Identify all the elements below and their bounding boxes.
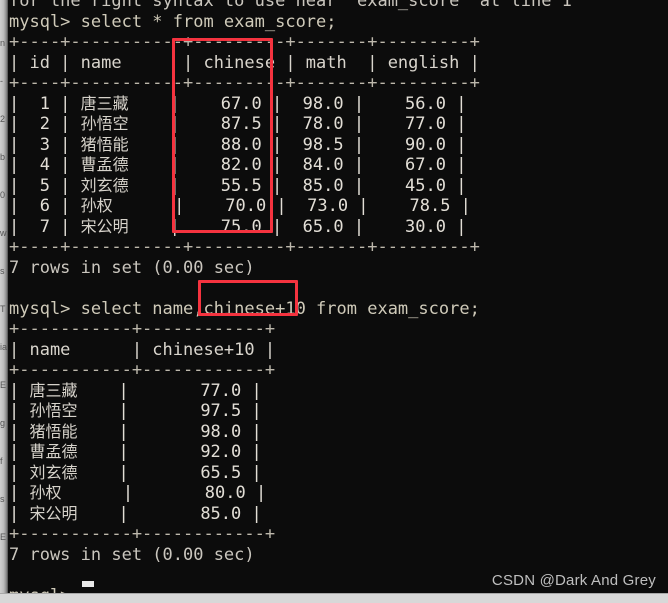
background-ghost-label: b [0, 152, 6, 162]
terminal-line-row: | 2 | 孙悟空 | 87.5 | 78.0 | 77.0 | [9, 114, 467, 134]
terminal-line-row: | 孙悟空 | 97.5 | [9, 401, 262, 421]
terminal-line-error-tail: for the right syntax to use near 'exam_s… [9, 0, 572, 11]
terminal-line-row: | 曹孟德 | 92.0 | [9, 442, 262, 462]
background-ghost-label: 0 [0, 190, 6, 200]
mysql-terminal-window[interactable]: for the right syntax to use near 'exam_s… [8, 0, 668, 594]
terminal-line-rule: +----+-----------+---------+-------+----… [9, 32, 480, 52]
terminal-line-header: | id | name | chinese | math | english | [9, 52, 480, 73]
background-ghost-label: g [0, 418, 6, 428]
terminal-line-row: | 猪悟能 | 98.0 | [9, 421, 262, 442]
terminal-line-row: | 唐三藏 | 77.0 | [9, 380, 262, 401]
terminal-line-row: | 6 | 孙权 | 70.0 | 73.0 | 78.5 | [9, 196, 471, 216]
terminal-line-rule: +----+-----------+---------+-------+----… [9, 73, 480, 93]
background-ghost-label: T [0, 304, 6, 314]
terminal-line-row: | 孙权 | 80.0 | [9, 483, 267, 503]
terminal-line-command: mysql> select name,chinese+10 from exam_… [9, 298, 480, 319]
background-ghost-label: w [0, 228, 7, 238]
terminal-line-row: | 4 | 曹孟德 | 82.0 | 84.0 | 67.0 | [9, 155, 467, 175]
desktop-taskbar[interactable] [0, 593, 668, 603]
terminal-line-status: 7 rows in set (0.00 sec) [9, 257, 255, 278]
terminal-line-row: | 刘玄德 | 65.5 | [9, 462, 262, 483]
background-ghost-label: s [0, 266, 5, 276]
terminal-line-rule: +-----------+------------+ [9, 524, 276, 544]
terminal-line-row: | 宋公明 | 85.0 | [9, 503, 262, 524]
background-ghost-label: ia [0, 342, 8, 352]
terminal-line-row: | 5 | 刘玄德 | 55.5 | 85.0 | 45.0 | [9, 175, 467, 196]
terminal-line-rule: +-----------+------------+ [9, 360, 276, 380]
terminal-line-status: 7 rows in set (0.00 sec) [9, 544, 255, 565]
background-window-sliver[interactable]: n - 2 b 0 w s Tia Eg f s E [0, 0, 8, 595]
background-ghost-label: 2 [0, 114, 6, 124]
background-ghost-label: - [0, 76, 3, 86]
csdn-watermark: CSDN @Dark And Grey [491, 572, 656, 589]
terminal-line-row: | 3 | 猪悟能 | 88.0 | 98.5 | 90.0 | [9, 134, 467, 155]
terminal-line-row: | 7 | 宋公明 | 75.0 | 65.0 | 30.0 | [9, 216, 467, 237]
background-ghost-label: E [0, 532, 7, 542]
background-ghost-label: s [0, 494, 5, 504]
terminal-output: for the right syntax to use near 'exam_s… [8, 0, 668, 594]
terminal-line-rule: +----+-----------+---------+-------+----… [9, 237, 480, 257]
terminal-line-command: mysql> select * from exam_score; [9, 11, 337, 32]
background-ghost-label: E [0, 380, 7, 390]
terminal-line-rule: +-----------+------------+ [9, 319, 276, 339]
terminal-line-header: | name | chinese+10 | [9, 339, 276, 360]
terminal-cursor [82, 581, 94, 587]
background-ghost-label: n [0, 38, 6, 48]
background-ghost-label: f [0, 456, 3, 466]
terminal-line-row: | 1 | 唐三藏 | 67.0 | 98.0 | 56.0 | [9, 93, 467, 114]
